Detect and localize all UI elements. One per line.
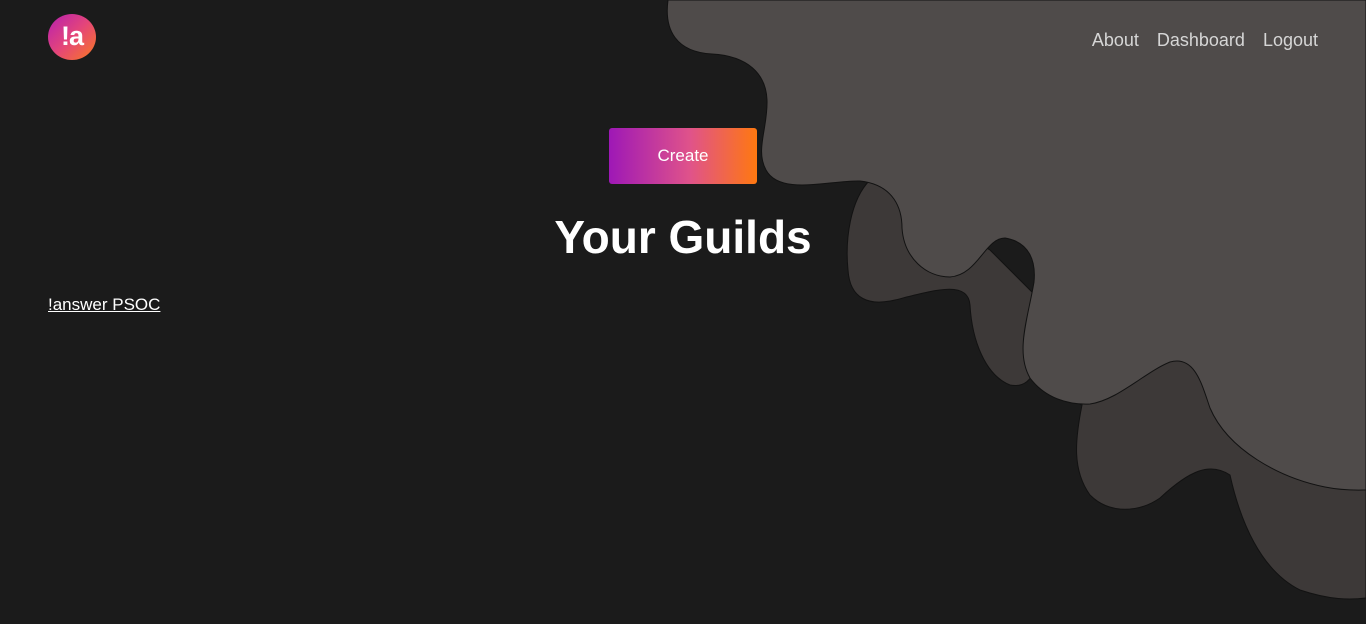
page: !a About Dashboard Logout Create Your Gu… bbox=[0, 0, 1366, 624]
guild-link[interactable]: !answer PSOC bbox=[48, 295, 160, 315]
logo-text: !a bbox=[60, 20, 84, 51]
nav-logout-link[interactable]: Logout bbox=[1263, 29, 1318, 51]
create-button[interactable]: Create bbox=[609, 128, 757, 184]
logo[interactable]: !a bbox=[48, 14, 96, 60]
nav-about-link[interactable]: About bbox=[1092, 29, 1139, 51]
background-blobs bbox=[666, 0, 1366, 600]
top-nav: About Dashboard Logout bbox=[1092, 29, 1318, 51]
nav-dashboard-link[interactable]: Dashboard bbox=[1157, 29, 1245, 51]
page-title: Your Guilds bbox=[554, 211, 812, 263]
